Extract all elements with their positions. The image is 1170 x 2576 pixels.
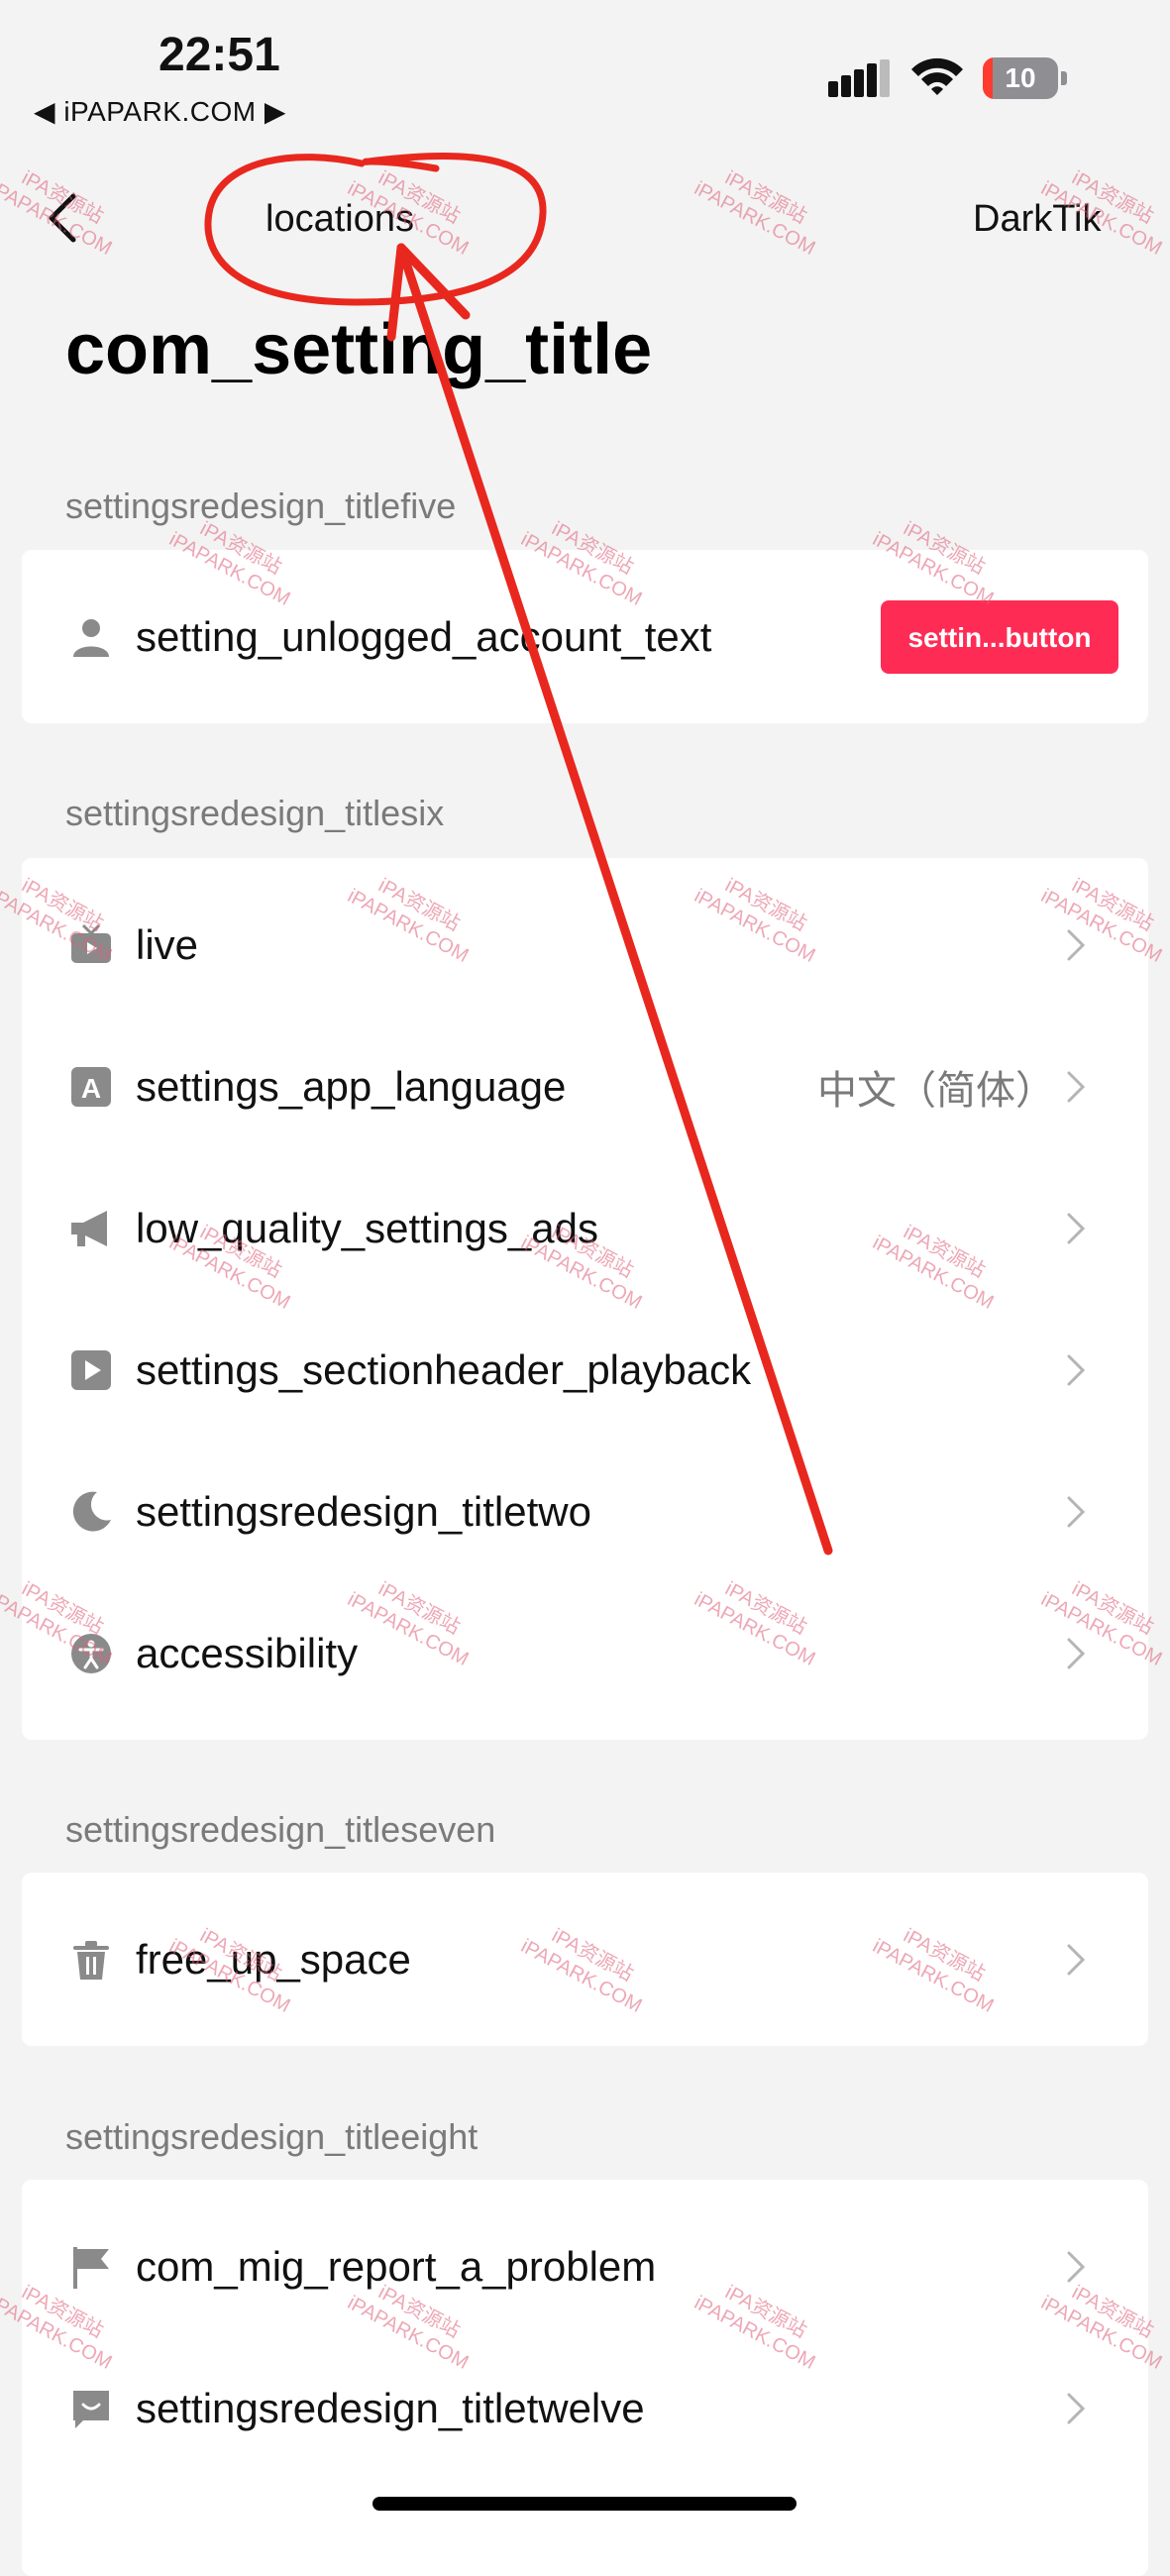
play-icon bbox=[71, 1349, 111, 1390]
settings-row-label: free_up_space bbox=[136, 1935, 411, 1983]
accessibility-icon bbox=[71, 1633, 111, 1673]
account-row[interactable]: setting_unlogged_account_text settin...b… bbox=[22, 566, 1148, 707]
page-title: com_setting_title bbox=[65, 310, 653, 389]
battery-icon: 10 bbox=[983, 57, 1068, 99]
trash-icon bbox=[73, 1940, 109, 1980]
section-header-account: settingsredesign_titlefive bbox=[65, 485, 457, 526]
section-header-content: settingsredesign_titlesix bbox=[65, 793, 445, 833]
login-button[interactable]: settin...button bbox=[881, 599, 1118, 674]
svg-text:A: A bbox=[81, 1073, 101, 1104]
person-icon bbox=[73, 618, 109, 657]
chevron-right-icon bbox=[1067, 2393, 1086, 2423]
support-card: com_mig_report_a_problem settingsredesig… bbox=[22, 2180, 1148, 2576]
settings-row-label: settings_app_language bbox=[136, 1062, 567, 1110]
home-indicator[interactable] bbox=[372, 2497, 797, 2511]
chevron-right-icon bbox=[1067, 1638, 1086, 1668]
settings-row-playback[interactable]: settings_sectionheader_playback bbox=[22, 1299, 1148, 1441]
content-card: live A settings_app_language 中文（简体） low_… bbox=[22, 858, 1148, 1740]
megaphone-icon bbox=[71, 1210, 107, 1246]
moon-icon bbox=[72, 1491, 111, 1532]
chevron-right-icon bbox=[1067, 1944, 1086, 1975]
settings-row-accessibility[interactable]: accessibility bbox=[22, 1582, 1148, 1724]
settings-row-support[interactable]: settingsredesign_titletwelve bbox=[22, 2337, 1148, 2479]
chevron-right-icon bbox=[1067, 1071, 1086, 1102]
settings-row-label: settings_sectionheader_playback bbox=[136, 1345, 752, 1393]
chevron-right-icon bbox=[1067, 1354, 1086, 1385]
nav-location-button[interactable]: locations bbox=[266, 198, 414, 241]
wifi-icon bbox=[911, 57, 963, 95]
chevron-right-icon bbox=[1067, 1496, 1086, 1527]
back-chevron-icon[interactable] bbox=[38, 188, 87, 248]
settings-row-label: settingsredesign_titletwelve bbox=[136, 2384, 645, 2431]
settings-row-label: accessibility bbox=[136, 1629, 359, 1676]
chevron-right-icon bbox=[1067, 2251, 1086, 2282]
storage-card: free_up_space bbox=[22, 1873, 1148, 2046]
nav-right-label[interactable]: DarkTik bbox=[973, 198, 1101, 241]
language-value: 中文（简体） bbox=[817, 1068, 1055, 1113]
settings-row-label: live bbox=[136, 920, 199, 968]
message-icon bbox=[73, 2390, 109, 2428]
section-header-support: settingsredesign_titleeight bbox=[65, 2116, 479, 2157]
battery-level: 10 bbox=[1005, 62, 1036, 93]
status-time: 22:51 bbox=[159, 29, 280, 81]
settings-row-ads[interactable]: low_quality_settings_ads bbox=[22, 1157, 1148, 1299]
settings-row-label: low_quality_settings_ads bbox=[136, 1204, 598, 1251]
language-icon: A bbox=[71, 1066, 111, 1107]
settings-row-language[interactable]: A settings_app_language 中文（简体） bbox=[22, 1016, 1148, 1157]
chevron-right-icon bbox=[1067, 929, 1086, 960]
carrier-label: ◀ iPAPARK.COM ▶ bbox=[34, 96, 286, 127]
watermark: iPA资源站 iPAPARK.COM bbox=[691, 166, 819, 260]
cellular-signal-icon bbox=[828, 59, 890, 97]
account-card: setting_unlogged_account_text settin...b… bbox=[22, 550, 1148, 723]
settings-row-free-space[interactable]: free_up_space bbox=[22, 1888, 1148, 2030]
chevron-right-icon bbox=[1067, 1213, 1086, 1243]
settings-row-dark-mode[interactable]: settingsredesign_titletwo bbox=[22, 1441, 1148, 1582]
section-header-storage: settingsredesign_titleseven bbox=[65, 1809, 496, 1850]
settings-row-report-problem[interactable]: com_mig_report_a_problem bbox=[22, 2196, 1148, 2337]
settings-row-label: com_mig_report_a_problem bbox=[136, 2242, 657, 2290]
flag-icon bbox=[73, 2246, 109, 2289]
settings-row-label: settingsredesign_titletwo bbox=[136, 1487, 591, 1535]
account-row-label: setting_unlogged_account_text bbox=[136, 612, 712, 660]
settings-row-live[interactable]: live bbox=[22, 874, 1148, 1016]
live-tv-icon bbox=[71, 923, 111, 963]
